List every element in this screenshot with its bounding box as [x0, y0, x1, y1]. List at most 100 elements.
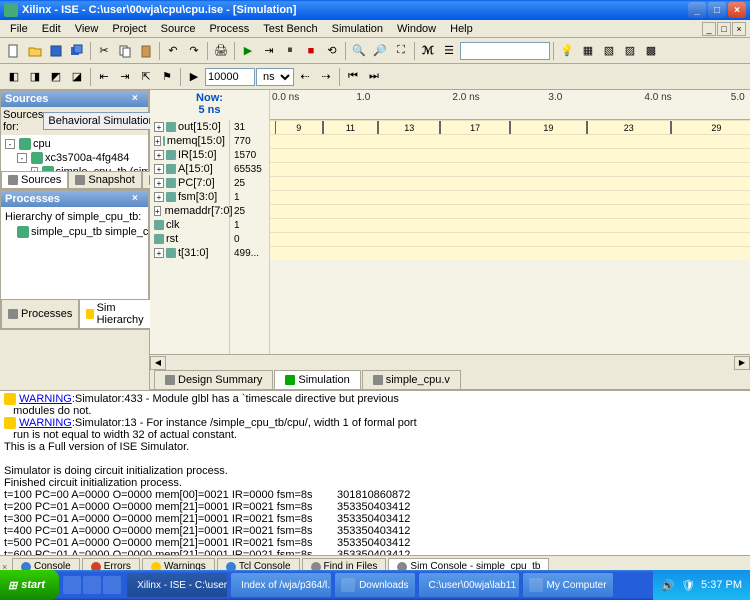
clock[interactable]: 5:37 PM: [701, 579, 742, 591]
run-button[interactable]: ▶: [238, 41, 258, 61]
tray-icon[interactable]: 🛡: [681, 579, 695, 592]
marker-button[interactable]: ⚑: [157, 67, 177, 87]
mdi-close-button[interactable]: ×: [732, 22, 746, 36]
waveform-canvas[interactable]: 911131719232931: [270, 120, 750, 354]
find-button[interactable]: ℳ: [418, 41, 438, 61]
maximize-button[interactable]: □: [708, 2, 726, 18]
tab-sim-hierarchy[interactable]: Sim Hierarchy: [79, 300, 153, 329]
go-end-button[interactable]: ⏭: [364, 67, 384, 87]
step-fwd-button[interactable]: ⇢: [316, 67, 336, 87]
expand-icon[interactable]: +: [154, 122, 164, 132]
redo-button[interactable]: ↷: [184, 41, 204, 61]
wave-lane[interactable]: [270, 218, 750, 232]
expand-icon[interactable]: +: [154, 178, 164, 188]
expand-icon[interactable]: +: [154, 164, 164, 174]
zoom-out-button[interactable]: 🔎: [370, 41, 390, 61]
signal-name[interactable]: memaddr[7:0]: [165, 205, 233, 217]
time-unit-select[interactable]: ns: [256, 68, 294, 86]
system-tray[interactable]: 🔊 🛡 5:37 PM: [653, 570, 750, 600]
taskbar-item[interactable]: C:\user\00wja\lab11: [419, 573, 519, 597]
wave-lane[interactable]: [270, 204, 750, 218]
mdi-restore-button[interactable]: □: [717, 22, 731, 36]
wave-lane[interactable]: [270, 190, 750, 204]
process-item[interactable]: simple_cpu_tb simple_cpu_tb: [31, 226, 148, 238]
menu-help[interactable]: Help: [444, 21, 479, 37]
signal-name[interactable]: rst: [166, 233, 178, 245]
signal-name[interactable]: A[15:0]: [178, 163, 213, 175]
expand-icon[interactable]: -: [17, 153, 27, 163]
menu-view[interactable]: View: [69, 21, 105, 37]
copy-button[interactable]: [115, 41, 135, 61]
cut-button[interactable]: ✂: [94, 41, 114, 61]
minimize-button[interactable]: _: [688, 2, 706, 18]
signal-name[interactable]: IR[15:0]: [178, 149, 217, 161]
cursor-button[interactable]: ⇱: [136, 67, 156, 87]
tool-b-button[interactable]: ▧: [599, 41, 619, 61]
scroll-left-button[interactable]: ◀: [150, 356, 166, 370]
expand-icon[interactable]: +: [154, 248, 164, 258]
expand-icon[interactable]: +: [154, 206, 161, 216]
paste-button[interactable]: [136, 41, 156, 61]
prev-edge-button[interactable]: ⇤: [94, 67, 114, 87]
menu-window[interactable]: Window: [391, 21, 442, 37]
console-output[interactable]: WARNING:Simulator:433 - Module glbl has …: [0, 390, 750, 555]
undo-button[interactable]: ↶: [163, 41, 183, 61]
wave-lane[interactable]: [270, 162, 750, 176]
go-start-button[interactable]: ⏮: [343, 67, 363, 87]
step-button[interactable]: ⇥: [259, 41, 279, 61]
wave-lane[interactable]: [270, 176, 750, 190]
time-ruler[interactable]: 0.0 ns 1.0 2.0 ns 3.0 4.0 ns 5.0: [270, 90, 750, 120]
tool-c-button[interactable]: ▨: [620, 41, 640, 61]
options-button[interactable]: ☰: [439, 41, 459, 61]
sim-b-button[interactable]: ◨: [25, 67, 45, 87]
tool-d-button[interactable]: ▩: [641, 41, 661, 61]
menu-simulation[interactable]: Simulation: [326, 21, 389, 37]
signal-name[interactable]: clk: [166, 219, 179, 231]
taskbar-item[interactable]: Downloads: [335, 573, 414, 597]
wave-hscroll[interactable]: ◀ ▶: [150, 354, 750, 370]
sources-close-button[interactable]: ×: [132, 93, 144, 105]
new-button[interactable]: [4, 41, 24, 61]
wave-lane[interactable]: [270, 148, 750, 162]
search-input[interactable]: [460, 42, 550, 60]
tray-icon[interactable]: 🔊: [661, 579, 675, 592]
close-button[interactable]: ×: [728, 2, 746, 18]
tool-a-button[interactable]: ▦: [578, 41, 598, 61]
menu-source[interactable]: Source: [155, 21, 202, 37]
pause-button[interactable]: ⏸: [280, 41, 300, 61]
sim-a-button[interactable]: ◧: [4, 67, 24, 87]
ql-app-icon[interactable]: [103, 576, 121, 594]
processes-close-button[interactable]: ×: [132, 193, 144, 205]
expand-icon[interactable]: -: [5, 139, 15, 149]
menu-file[interactable]: File: [4, 21, 34, 37]
taskbar-item[interactable]: Xilinx - ISE - C:\user\...: [127, 573, 227, 597]
tab-sources[interactable]: Sources: [1, 172, 68, 189]
run-for-button[interactable]: ▶: [184, 67, 204, 87]
sim-d-button[interactable]: ◪: [67, 67, 87, 87]
print-button[interactable]: 🖨: [211, 41, 231, 61]
tab-simulation[interactable]: Simulation: [274, 370, 360, 389]
start-button[interactable]: ⊞start: [0, 570, 59, 600]
ql-browser-icon[interactable]: [83, 576, 101, 594]
menu-process[interactable]: Process: [203, 21, 255, 37]
taskbar-item[interactable]: My Computer: [523, 573, 613, 597]
tab-snapshot[interactable]: Snapshot: [68, 172, 141, 189]
menu-testbench[interactable]: Test Bench: [257, 21, 323, 37]
tab-processes[interactable]: Processes: [1, 300, 79, 329]
sim-c-button[interactable]: ◩: [46, 67, 66, 87]
expand-icon[interactable]: +: [154, 150, 164, 160]
open-button[interactable]: [25, 41, 45, 61]
scroll-right-button[interactable]: ▶: [734, 356, 750, 370]
menu-edit[interactable]: Edit: [36, 21, 67, 37]
signal-name[interactable]: out[15:0]: [178, 121, 221, 133]
signal-name[interactable]: fsm[3:0]: [178, 191, 217, 203]
expand-icon[interactable]: +: [154, 192, 164, 202]
tab-source-file[interactable]: simple_cpu.v: [362, 370, 461, 389]
help-button[interactable]: 💡: [557, 41, 577, 61]
step-back-button[interactable]: ⇠: [295, 67, 315, 87]
wave-lane[interactable]: [270, 246, 750, 260]
save-all-button[interactable]: [67, 41, 87, 61]
wave-lane[interactable]: 911131719232931: [270, 120, 750, 134]
save-button[interactable]: [46, 41, 66, 61]
expand-icon[interactable]: +: [154, 136, 161, 146]
